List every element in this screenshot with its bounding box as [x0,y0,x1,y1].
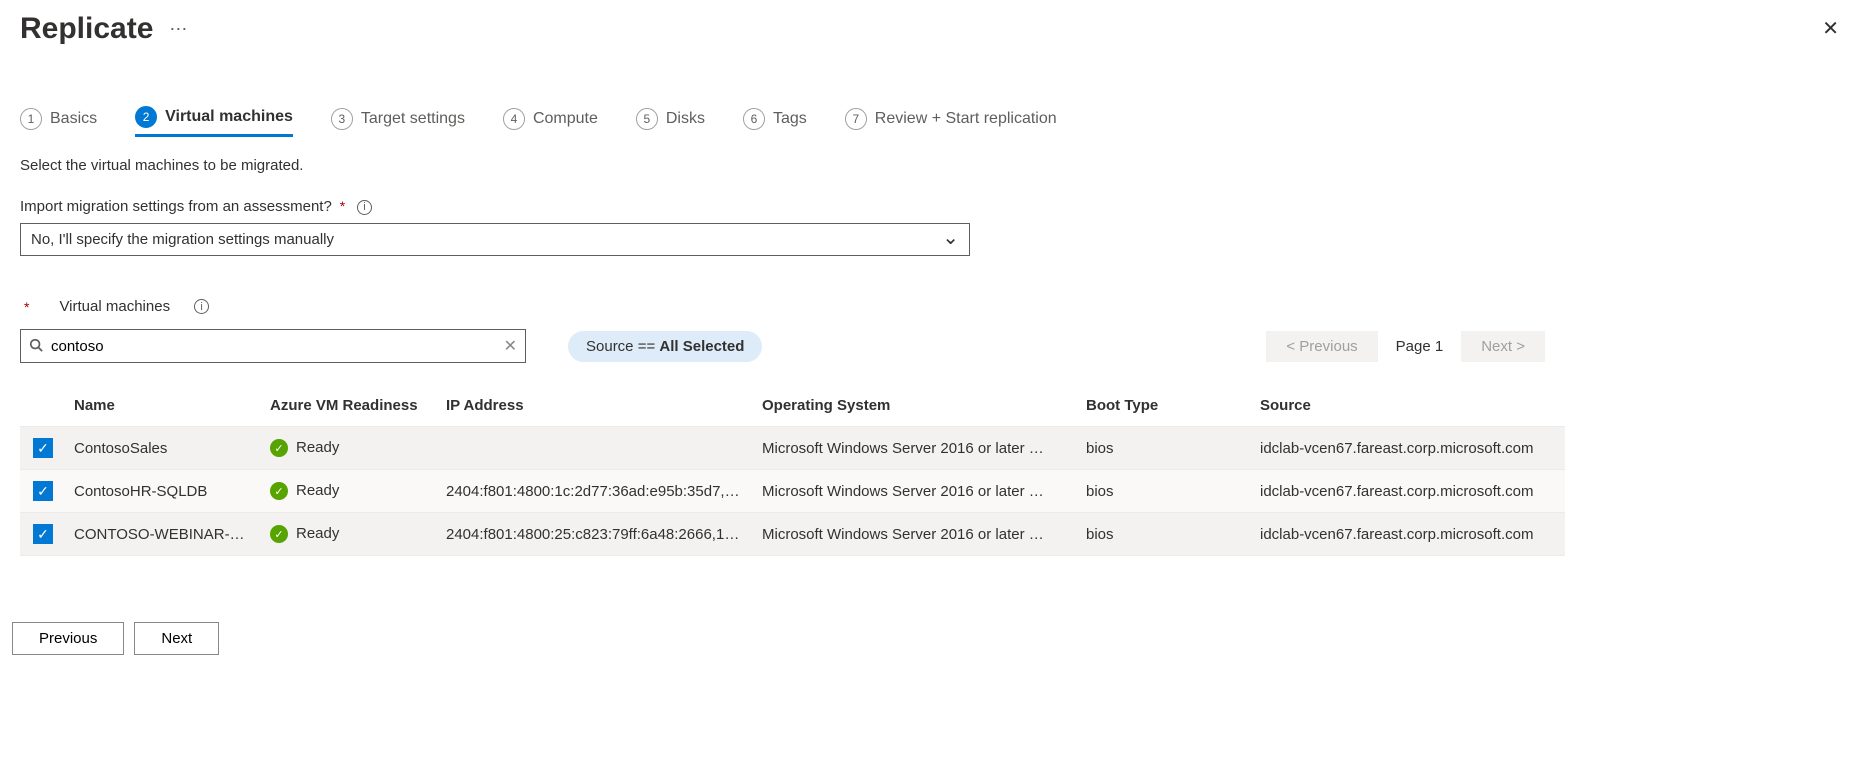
cell-os: Microsoft Windows Server 2016 or later … [754,427,1078,470]
tab-number: 3 [331,108,353,130]
info-icon[interactable]: i [357,200,372,215]
required-star: * [340,198,345,214]
tab-number: 7 [845,108,867,130]
more-icon[interactable]: ⋯ [169,19,188,40]
tab-number: 2 [135,106,157,128]
cell-readiness: ✓Ready [262,470,438,513]
cell-readiness: ✓Ready [262,427,438,470]
instruction-text: Select the virtual machines to be migrat… [20,157,1841,174]
page-title: Replicate [20,12,153,46]
search-input[interactable] [51,338,496,355]
ready-check-icon: ✓ [270,482,288,500]
cell-name: ContosoHR-SQLDB [66,470,262,513]
pager-previous-button[interactable]: < Previous [1266,331,1377,362]
wizard-tabs: 1 Basics 2 Virtual machines 3 Target settings… [20,106,1841,137]
tab-label: Tags [773,110,807,128]
filter-value: All Selected [659,338,744,355]
cell-os: Microsoft Windows Server 2016 or later … [754,513,1078,556]
cell-source: idclab-vcen67.fareast.corp.microsoft.com [1252,513,1565,556]
tab-basics[interactable]: 1 Basics [20,106,97,137]
row-checkbox[interactable]: ✓ [33,481,53,501]
cell-boot: bios [1078,427,1252,470]
cell-boot: bios [1078,470,1252,513]
ready-check-icon: ✓ [270,525,288,543]
tab-compute[interactable]: 4 Compute [503,106,598,137]
tab-number: 4 [503,108,525,130]
tab-number: 1 [20,108,42,130]
import-settings-label: Import migration settings from an assess… [20,198,332,215]
col-source[interactable]: Source [1252,387,1565,427]
required-star: * [24,299,29,315]
cell-name: ContosoSales [66,427,262,470]
info-icon[interactable]: i [194,299,209,314]
cell-os: Microsoft Windows Server 2016 or later … [754,470,1078,513]
tab-label: Virtual machines [165,108,293,126]
search-input-wrapper[interactable]: ✕ [20,329,526,363]
search-icon [29,338,43,355]
vm-section-label: Virtual machines [59,298,170,315]
table-row[interactable]: ✓ ContosoSales✓Ready Microsoft Windows Ser… [20,427,1565,470]
tab-label: Compute [533,110,598,128]
vm-table: Name Azure VM Readiness IP Address Opera… [20,387,1565,556]
tab-review-start-replication[interactable]: 7 Review + Start replication [845,106,1057,137]
tab-label: Basics [50,110,97,128]
col-name[interactable]: Name [66,387,262,427]
cell-ip [438,427,754,470]
close-icon[interactable]: ✕ [1822,16,1839,41]
pager-label: Page 1 [1396,338,1444,355]
next-button[interactable]: Next [134,622,219,655]
col-ip[interactable]: IP Address [438,387,754,427]
chevron-down-icon [942,231,959,248]
tab-label: Disks [666,110,705,128]
col-os[interactable]: Operating System [754,387,1078,427]
cell-name: CONTOSO-WEBINAR-… [66,513,262,556]
cell-readiness: ✓Ready [262,513,438,556]
filter-key: Source == [586,338,655,355]
tab-tags[interactable]: 6 Tags [743,106,807,137]
clear-search-icon[interactable]: ✕ [504,336,517,356]
cell-source: idclab-vcen67.fareast.corp.microsoft.com [1252,427,1565,470]
table-row[interactable]: ✓ CONTOSO-WEBINAR-…✓Ready2404:f801:4800:2… [20,513,1565,556]
tab-target-settings[interactable]: 3 Target settings [331,106,465,137]
tab-number: 5 [636,108,658,130]
tab-virtual-machines[interactable]: 2 Virtual machines [135,106,293,137]
table-row[interactable]: ✓ ContosoHR-SQLDB✓Ready2404:f801:4800:1c:… [20,470,1565,513]
ready-check-icon: ✓ [270,439,288,457]
source-filter-pill[interactable]: Source == All Selected [568,331,762,362]
tab-label: Review + Start replication [875,110,1057,128]
tab-label: Target settings [361,110,465,128]
import-settings-select[interactable]: No, I'll specify the migration settings … [20,223,970,256]
row-checkbox[interactable]: ✓ [33,524,53,544]
import-settings-value: No, I'll specify the migration settings … [31,231,334,248]
tab-number: 6 [743,108,765,130]
cell-ip: 2404:f801:4800:25:c823:79ff:6a48:2666,1… [438,513,754,556]
cell-source: idclab-vcen67.fareast.corp.microsoft.com [1252,470,1565,513]
cell-ip: 2404:f801:4800:1c:2d77:36ad:e95b:35d7,… [438,470,754,513]
cell-boot: bios [1078,513,1252,556]
import-settings-field: Import migration settings from an assess… [20,198,1841,256]
col-readiness[interactable]: Azure VM Readiness [262,387,438,427]
pager-next-button[interactable]: Next > [1461,331,1545,362]
tab-disks[interactable]: 5 Disks [636,106,705,137]
col-boot[interactable]: Boot Type [1078,387,1252,427]
previous-button[interactable]: Previous [12,622,124,655]
row-checkbox[interactable]: ✓ [33,438,53,458]
